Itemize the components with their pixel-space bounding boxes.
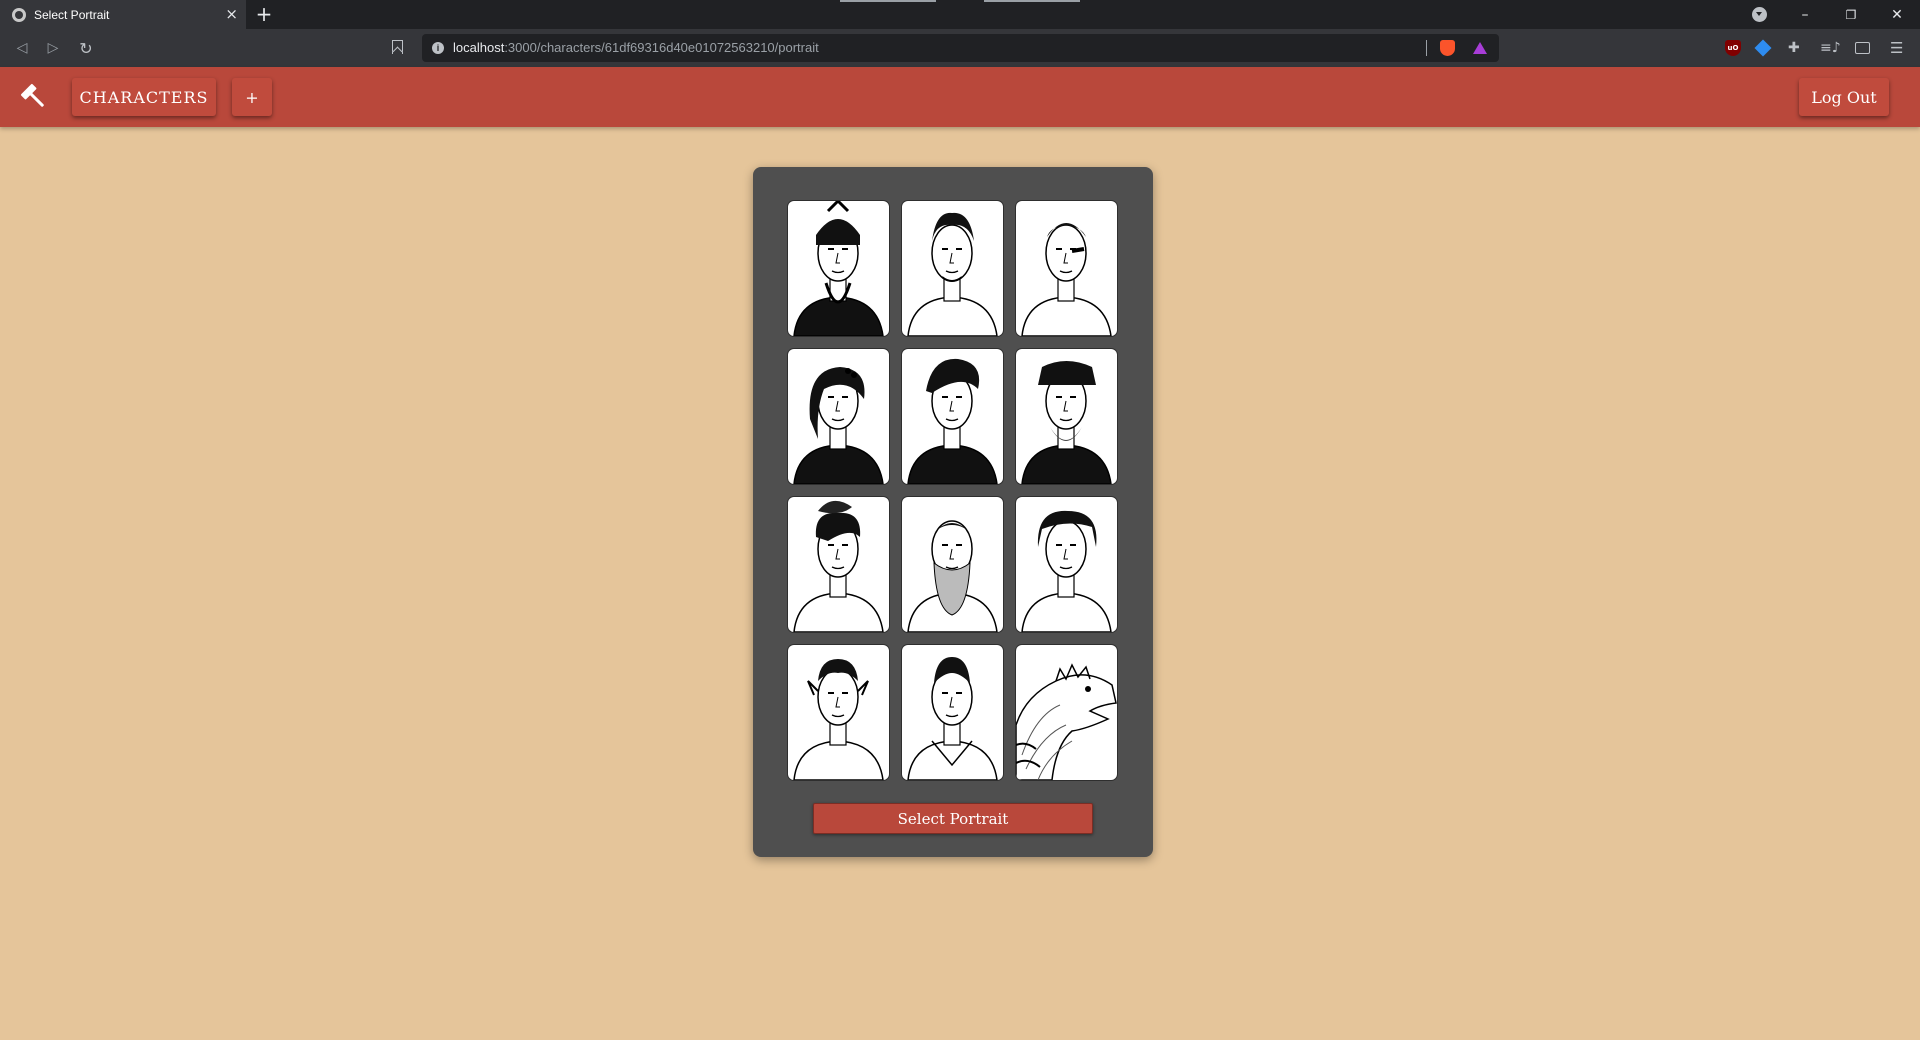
close-window-button[interactable]: ✕ [1875,0,1919,29]
man-portrait-icon [1021,361,1112,484]
portrait-option-bald-man-eyepatch[interactable] [1016,201,1117,336]
portrait-option-pointy-eared-man[interactable] [788,645,889,780]
man-portrait-icon [793,659,884,780]
restore-button[interactable]: ❐ [1829,0,1873,29]
new-tab-button[interactable]: + [254,3,274,25]
woman-portrait-icon [907,657,998,780]
app-navbar: CHARACTERS + Log Out [0,67,1920,127]
portrait-option-captain-cap-bearded[interactable] [1016,349,1117,484]
back-icon[interactable]: ◁ [12,38,32,58]
portrait-option-curly-haired-man[interactable] [902,201,1003,336]
man-portrait-icon [907,212,998,336]
tab-close-icon[interactable]: × [225,6,238,22]
browser-menu-icon[interactable]: ☰ [1890,40,1906,56]
woman-portrait-icon [1021,510,1112,632]
characters-button[interactable]: CHARACTERS [72,78,216,116]
portrait-option-heavyset-woman-bangs[interactable] [1016,497,1117,632]
wallet-icon[interactable] [1855,42,1870,54]
browser-tabbar: Select Portrait × + – ❐ ✕ [0,0,1920,29]
browser-tab-active[interactable]: Select Portrait × [0,0,246,29]
woman-portrait-icon [793,367,884,484]
ublock-icon[interactable]: uO [1725,40,1741,56]
hammer-icon[interactable] [18,81,50,113]
brave-shields-icon[interactable] [1440,40,1455,56]
forward-icon[interactable]: ▷ [43,38,63,58]
portrait-grid [788,201,1118,780]
url-path: :3000/characters/61df69316d40e0107256321… [504,40,819,55]
extensions-puzzle-icon[interactable]: ✚ [1788,40,1804,56]
woman-portrait-icon [793,500,884,632]
portrait-option-woman-feather-hat[interactable] [788,497,889,632]
portrait-option-elf-woman-armor[interactable] [902,645,1003,780]
select-portrait-button[interactable]: Select Portrait [813,803,1093,834]
add-character-button[interactable]: + [232,78,272,116]
portrait-option-armored-samurai[interactable] [788,201,889,336]
bookmark-icon[interactable] [392,40,403,54]
lizard-portrait-icon [1016,663,1117,780]
log-out-button[interactable]: Log Out [1799,78,1889,116]
tab-title: Select Portrait [34,7,110,22]
tabbar-mark [984,0,1080,2]
url-separator [1426,40,1427,56]
media-list-icon[interactable]: ≡♪ [1820,40,1841,56]
browser-toolbar: ◁ ▷ ↻ i localhost:3000/characters/61df69… [0,29,1920,67]
brave-rewards-icon[interactable] [1473,42,1487,54]
portrait-option-bearded-old-man[interactable] [902,497,1003,632]
globe-icon [12,7,26,22]
woman-portrait-icon [907,358,998,484]
minimize-button[interactable]: – [1783,0,1827,29]
url-host: localhost [453,40,505,55]
portrait-option-lizard-creature[interactable] [1016,645,1117,780]
man-portrait-icon [1021,223,1112,336]
portrait-option-woman-hair-pins[interactable] [788,349,889,484]
portrait-panel: Select Portrait [753,167,1153,857]
reload-icon[interactable]: ↻ [76,38,96,58]
extension-gem-icon[interactable] [1754,39,1772,57]
tab-search-icon[interactable] [1752,7,1767,22]
site-info-icon[interactable]: i [432,42,444,54]
tabbar-mark [840,0,936,2]
url-text: localhost:3000/characters/61df69316d40e0… [453,40,819,55]
portrait-option-woman-beret[interactable] [902,349,1003,484]
samurai-portrait-icon [793,201,884,336]
address-bar[interactable]: i localhost:3000/characters/61df69316d40… [422,34,1499,62]
man-portrait-icon [907,520,998,632]
